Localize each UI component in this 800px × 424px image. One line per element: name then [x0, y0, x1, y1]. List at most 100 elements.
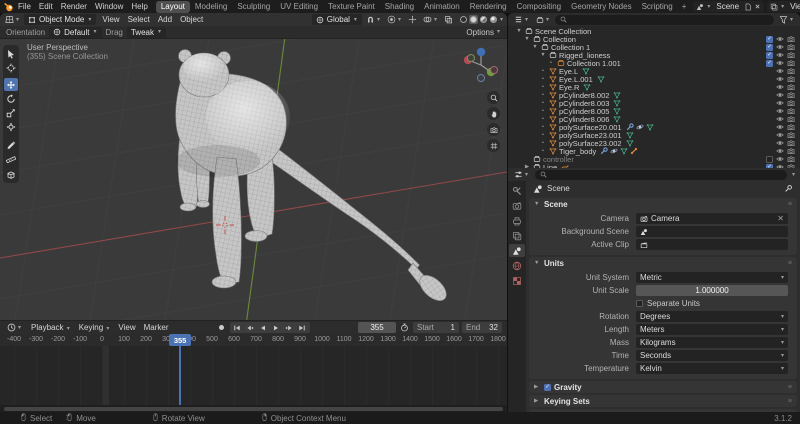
start-frame-field[interactable]: Start1 [413, 322, 459, 333]
outliner-row[interactable]: •pCylinder8.005 [508, 107, 800, 115]
properties-tab-render[interactable] [509, 199, 525, 212]
properties-tab-world[interactable] [509, 259, 525, 272]
workspace-tab-rendering[interactable]: Rendering [465, 1, 512, 13]
eye-toggle-icon[interactable] [776, 59, 784, 67]
viewport-menu-view[interactable]: View [98, 15, 123, 24]
camera-toggle-icon[interactable] [787, 115, 795, 123]
expand-caret[interactable]: • [539, 108, 547, 114]
mass-select[interactable]: Kilograms▾ [636, 337, 788, 348]
expand-caret[interactable]: • [539, 148, 547, 154]
menu-render[interactable]: Render [57, 2, 91, 11]
outliner-row[interactable]: ▼Collection 1✓ [508, 43, 800, 51]
camera-toggle-icon[interactable] [787, 123, 795, 131]
nav-camera-view-button[interactable] [487, 123, 500, 136]
menu-edit[interactable]: Edit [35, 2, 57, 11]
timeline-menu-view[interactable]: View [114, 323, 139, 332]
nav-ortho-grid-button[interactable] [487, 139, 500, 152]
current-frame-field[interactable]: 355 [358, 322, 396, 333]
outliner-row[interactable]: •polySurface23.002 [508, 139, 800, 147]
unit-system-select[interactable]: Metric▾ [636, 272, 788, 283]
timeline-track[interactable] [0, 346, 507, 405]
panel-gravity[interactable]: ▶✓Gravity≡ [529, 381, 797, 393]
prev-key-button[interactable] [245, 322, 256, 333]
expand-caret[interactable]: • [547, 60, 555, 66]
workspace-tab-geometry-nodes[interactable]: Geometry Nodes [566, 1, 636, 13]
timeline-ruler[interactable]: 355 -400-300-200-10001002003004005006007… [0, 334, 507, 346]
expand-caret[interactable]: • [539, 116, 547, 122]
workspace-tab-shading[interactable]: Shading [380, 1, 419, 13]
eye-toggle-icon[interactable] [776, 67, 784, 75]
eye-toggle-icon[interactable] [776, 115, 784, 123]
expand-caret[interactable]: • [539, 132, 547, 138]
camera-toggle-icon[interactable] [787, 139, 795, 147]
properties-tab-output[interactable] [509, 214, 525, 227]
tool-select-box[interactable] [4, 47, 18, 60]
timeline-editor-type-button[interactable]: ▾ [5, 323, 24, 332]
camera-toggle-icon[interactable] [787, 59, 795, 67]
viewport-menu-add[interactable]: Add [154, 15, 176, 24]
active-clip-field[interactable] [636, 239, 788, 250]
next-key-button[interactable] [284, 322, 295, 333]
shading-material-button[interactable] [479, 15, 488, 24]
tool-scale[interactable] [4, 106, 18, 119]
timeline-menu-marker[interactable]: Marker [140, 323, 173, 332]
length-select[interactable]: Meters▾ [636, 324, 788, 335]
menu-file[interactable]: File [14, 2, 35, 11]
rotation-select[interactable]: Degrees▾ [636, 311, 788, 322]
timeline-menu-keying[interactable]: Keying ▾ [75, 323, 115, 332]
scene-panel-header[interactable]: ▼Scene≡ [529, 198, 797, 210]
eye-toggle-icon[interactable] [776, 123, 784, 131]
eye-toggle-icon[interactable] [776, 43, 784, 51]
orientation-dropdown[interactable]: Global▾ [312, 14, 362, 25]
shading-solid-button[interactable] [469, 15, 478, 24]
properties-editor-type-button[interactable]: ▾ [512, 170, 531, 179]
menu-help[interactable]: Help [127, 2, 151, 11]
camera-toggle-icon[interactable] [787, 83, 795, 91]
workspace-tab-compositing[interactable]: Compositing [512, 1, 566, 13]
expand-caret[interactable]: ▼ [515, 28, 523, 34]
show-overlays-toggle[interactable]: ▾ [421, 15, 440, 24]
outliner-row[interactable]: •pCylinder8.002 [508, 91, 800, 99]
show-gizmo-toggle[interactable] [406, 15, 419, 24]
expand-caret[interactable]: ▼ [523, 36, 531, 42]
play-button[interactable] [271, 322, 282, 333]
close-icon[interactable] [754, 3, 761, 10]
navigation-gizmo[interactable] [459, 43, 503, 87]
workspace-tab-scripting[interactable]: Scripting [637, 1, 678, 13]
editor-type-button[interactable]: ▾ [3, 15, 22, 24]
end-frame-field[interactable]: End32 [462, 322, 502, 333]
properties-tab-tool[interactable] [509, 184, 525, 197]
outliner-row[interactable]: •Eye.R [508, 83, 800, 91]
playhead-badge[interactable]: 355 [169, 334, 191, 346]
panel-checkbox[interactable]: ✓ [544, 384, 551, 391]
expand-caret[interactable]: ▼ [531, 44, 539, 50]
outliner-row[interactable]: •polySurface23.001 [508, 131, 800, 139]
camera-toggle-icon[interactable] [787, 91, 795, 99]
workspace-tab-uv-editing[interactable]: UV Editing [275, 1, 323, 13]
eye-toggle-icon[interactable] [776, 139, 784, 147]
outliner-row[interactable]: •Eye.L [508, 67, 800, 75]
camera-toggle-icon[interactable] [787, 43, 795, 51]
eye-toggle-icon[interactable] [776, 51, 784, 59]
eye-toggle-icon[interactable] [776, 99, 784, 107]
viewport-menu-select[interactable]: Select [124, 15, 154, 24]
checkbox-checked[interactable]: ✓ [766, 36, 773, 43]
xray-toggle[interactable] [442, 15, 455, 24]
eye-toggle-icon[interactable] [776, 83, 784, 91]
tool-cursor[interactable] [4, 61, 18, 74]
viewport-menu-object[interactable]: Object [176, 15, 207, 24]
workspace-tab-texture-paint[interactable]: Texture Paint [323, 1, 380, 13]
checkbox-checked[interactable]: ✓ [766, 60, 773, 67]
snap-toggle[interactable]: ▾ [364, 15, 383, 24]
tool-move[interactable] [4, 78, 18, 91]
jump-start-button[interactable] [232, 322, 243, 333]
tool-rotate[interactable] [4, 92, 18, 105]
workspace-tab-sculpting[interactable]: Sculpting [232, 1, 275, 13]
eye-toggle-icon[interactable] [776, 35, 784, 43]
outliner-editor-type-button[interactable]: ▾ [512, 15, 531, 24]
outliner-display-mode[interactable]: ▾ [534, 16, 552, 24]
options-button[interactable]: Options▾ [466, 28, 501, 37]
temperature-select[interactable]: Kelvin▾ [636, 363, 788, 374]
camera-toggle-icon[interactable] [787, 131, 795, 139]
expand-caret[interactable]: • [539, 140, 547, 146]
